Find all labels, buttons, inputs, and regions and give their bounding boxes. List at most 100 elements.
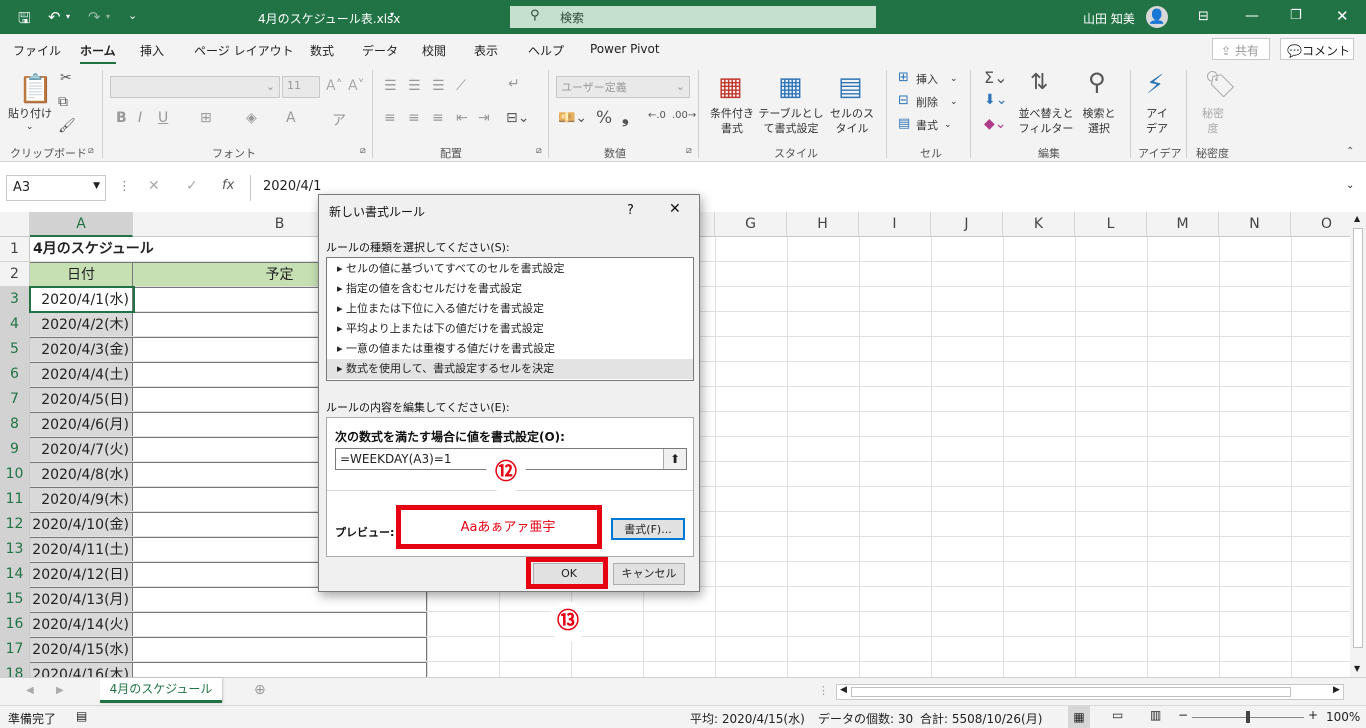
row-header[interactable]: 3 bbox=[0, 287, 30, 312]
number-launcher-icon[interactable]: ⧄ bbox=[686, 146, 692, 156]
accounting-format-icon[interactable]: 💴⌄ bbox=[558, 110, 587, 126]
cell-a[interactable]: 2020/4/15(水) bbox=[30, 637, 133, 661]
row-header[interactable]: 17 bbox=[0, 637, 30, 662]
autosum-icon[interactable]: Σ⌄ bbox=[984, 68, 1008, 87]
row-header[interactable]: 14 bbox=[0, 562, 30, 587]
search-box[interactable]: ⚲ 検索 bbox=[510, 6, 876, 28]
font-color-icon[interactable]: A bbox=[286, 110, 296, 126]
tab-help[interactable]: ヘルプ bbox=[528, 42, 564, 59]
tab-insert[interactable]: 挿入 bbox=[140, 42, 164, 59]
rule-type-list[interactable]: ▸ セルの値に基づいてすべてのセルを書式設定 ▸ 指定の値を含むセルだけを書式設定… bbox=[326, 257, 694, 381]
macro-record-icon[interactable]: ▤ bbox=[76, 709, 87, 723]
row-header[interactable]: 10 bbox=[0, 462, 30, 487]
conditional-formatting-icon[interactable]: ▦ bbox=[718, 72, 743, 102]
format-as-table-label[interactable]: テーブルとして書式設定 bbox=[758, 106, 824, 136]
paste-dropdown-icon[interactable]: ⌄ bbox=[26, 120, 34, 135]
cell-a[interactable]: 2020/4/16(木) bbox=[30, 662, 133, 677]
cell-a[interactable]: 2020/4/2(木) bbox=[30, 312, 133, 336]
next-sheet-icon[interactable]: ▶ bbox=[56, 685, 64, 696]
wrap-text-icon[interactable]: ↵ bbox=[508, 76, 520, 92]
align-left-icon[interactable]: ≡ bbox=[384, 110, 396, 126]
row-header[interactable]: 15 bbox=[0, 587, 30, 612]
row-header[interactable]: 12 bbox=[0, 512, 30, 537]
cell-a[interactable]: 2020/4/6(月) bbox=[30, 412, 133, 436]
row-header[interactable]: 11 bbox=[0, 487, 30, 512]
row-header[interactable]: 2 bbox=[0, 262, 30, 287]
user-name[interactable]: 山田 知美 bbox=[1083, 10, 1135, 27]
page-layout-view-icon[interactable]: ▭ bbox=[1112, 708, 1123, 722]
find-select-icon[interactable]: ⚲ bbox=[1088, 68, 1106, 96]
cell-a[interactable]: 2020/4/8(水) bbox=[30, 462, 133, 486]
tab-power-pivot[interactable]: Power Pivot bbox=[590, 42, 660, 56]
cancel-button[interactable]: キャンセル bbox=[613, 563, 685, 585]
cell-b[interactable] bbox=[133, 637, 427, 661]
column-header-m[interactable]: M bbox=[1147, 212, 1219, 237]
chevron-down-icon[interactable]: ⌄ bbox=[950, 95, 958, 110]
conditional-formatting-label[interactable]: 条件付き書式 bbox=[706, 106, 758, 136]
customize-qat-icon[interactable]: ⌄ bbox=[128, 9, 137, 22]
cell-a[interactable]: 2020/4/3(金) bbox=[30, 337, 133, 361]
row-header[interactable]: 13 bbox=[0, 537, 30, 562]
rule-type-item[interactable]: ▸ 数式を使用して、書式設定するセルを決定 bbox=[327, 359, 693, 379]
find-select-label[interactable]: 検索と選択 bbox=[1078, 106, 1120, 136]
row-header[interactable]: 1 bbox=[0, 237, 30, 262]
redo-icon[interactable]: ↷ bbox=[88, 8, 101, 26]
cell-a[interactable]: 2020/4/9(木) bbox=[30, 487, 133, 511]
page-break-view-icon[interactable]: ▥ bbox=[1150, 708, 1161, 722]
redo-dropdown-icon[interactable]: ▾ bbox=[106, 12, 110, 21]
cell-a[interactable]: 日付 bbox=[30, 262, 133, 286]
alignment-launcher-icon[interactable]: ⧄ bbox=[536, 146, 542, 156]
ribbon-display-icon[interactable]: ⊟ bbox=[1198, 9, 1209, 24]
row-header[interactable]: 8 bbox=[0, 412, 30, 437]
cell-b[interactable] bbox=[133, 612, 427, 636]
zoom-in-icon[interactable]: + bbox=[1308, 708, 1318, 722]
title-dropdown-icon[interactable]: ▾ bbox=[390, 10, 394, 19]
cell-styles-label[interactable]: セルのスタイル bbox=[826, 106, 878, 136]
tab-page-layout[interactable]: ページ レイアウト bbox=[194, 42, 294, 59]
column-header-a[interactable]: A bbox=[30, 212, 133, 237]
column-header-i[interactable]: I bbox=[859, 212, 931, 237]
clipboard-launcher-icon[interactable]: ⧄ bbox=[88, 146, 94, 156]
insert-function-icon[interactable]: fx bbox=[222, 178, 234, 193]
scroll-thumb[interactable] bbox=[1353, 228, 1363, 648]
phonetic-icon[interactable]: ア bbox=[332, 110, 346, 130]
cell-a[interactable]: 2020/4/10(金) bbox=[30, 512, 133, 536]
minimize-icon[interactable]: — bbox=[1245, 8, 1259, 24]
tab-home[interactable]: ホーム bbox=[80, 42, 116, 65]
enter-icon[interactable]: ✓ bbox=[186, 178, 198, 194]
zoom-slider-thumb[interactable] bbox=[1246, 711, 1250, 723]
add-sheet-icon[interactable]: ⊕ bbox=[254, 682, 266, 698]
sensitivity-label[interactable]: 秘密度 bbox=[1198, 106, 1228, 136]
undo-icon[interactable]: ↶ bbox=[48, 8, 61, 26]
align-bottom-icon[interactable]: ☰ bbox=[432, 78, 445, 94]
italic-icon[interactable]: I bbox=[138, 110, 142, 126]
align-right-icon[interactable]: ≡ bbox=[432, 110, 444, 126]
cell-a[interactable]: 2020/4/13(月) bbox=[30, 587, 133, 611]
row-header[interactable]: 4 bbox=[0, 312, 30, 337]
cancel-icon[interactable]: ✕ bbox=[148, 178, 160, 194]
share-button[interactable]: ⇪ 共有 bbox=[1212, 38, 1270, 60]
prev-sheet-icon[interactable]: ◀ bbox=[26, 685, 34, 696]
bold-icon[interactable]: B bbox=[116, 110, 127, 126]
row-header[interactable]: 5 bbox=[0, 337, 30, 362]
select-all-corner[interactable] bbox=[0, 212, 30, 237]
format-as-table-icon[interactable]: ▦ bbox=[778, 72, 803, 102]
column-header-j[interactable]: J bbox=[931, 212, 1003, 237]
close-icon[interactable]: ✕ bbox=[669, 201, 681, 217]
rule-type-item[interactable]: ▸ 上位または下位に入る値だけを書式設定 bbox=[327, 299, 693, 319]
align-center-icon[interactable]: ≡ bbox=[408, 110, 420, 126]
row-header[interactable]: 7 bbox=[0, 387, 30, 412]
column-header-k[interactable]: K bbox=[1003, 212, 1075, 237]
font-launcher-icon[interactable]: ⧄ bbox=[360, 146, 366, 156]
cell-a[interactable]: 4月のスケジュール bbox=[30, 237, 330, 261]
help-icon[interactable]: ? bbox=[627, 203, 634, 218]
rule-type-item[interactable]: ▸ 指定の値を含むセルだけを書式設定 bbox=[327, 279, 693, 299]
format-button[interactable]: 書式(F)... bbox=[611, 518, 685, 540]
scroll-left-icon[interactable]: ◀ bbox=[840, 685, 847, 695]
rule-type-item[interactable]: ▸ 平均より上または下の値だけを書式設定 bbox=[327, 319, 693, 339]
cell-a[interactable]: 2020/4/7(火) bbox=[30, 437, 133, 461]
percent-icon[interactable]: % bbox=[596, 108, 612, 128]
format-label[interactable]: 書式 bbox=[916, 118, 938, 133]
normal-view-icon[interactable]: ▦ bbox=[1068, 706, 1090, 728]
zoom-level[interactable]: 100% bbox=[1326, 710, 1360, 724]
